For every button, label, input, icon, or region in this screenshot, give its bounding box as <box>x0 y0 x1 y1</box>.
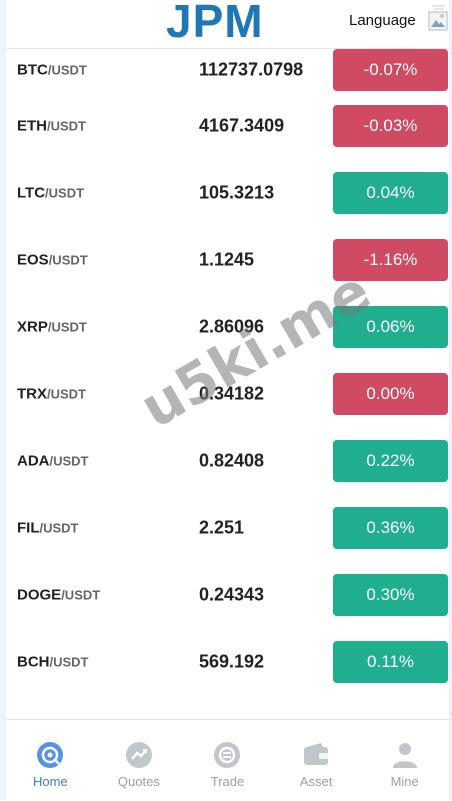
last-price: 2.86096 <box>199 316 265 336</box>
change-badge[interactable]: 0.04% <box>333 171 448 214</box>
last-price: 1.1245 <box>199 249 255 269</box>
market-row[interactable]: LTC/USDT 105.3213 0.04% <box>6 159 449 226</box>
pair-name: ADA/USDT <box>17 452 89 469</box>
brand-logo: JPM <box>166 0 264 47</box>
pair-name: EOS/USDT <box>17 251 88 268</box>
trade-icon <box>214 742 241 768</box>
market-row[interactable]: EOS/USDT 1.1245 -1.16% <box>6 226 449 293</box>
pair-quote: /USDT <box>45 185 85 200</box>
last-price: 0.24343 <box>199 584 265 604</box>
change-badge[interactable]: 0.30% <box>333 573 448 616</box>
user-icon <box>392 743 417 768</box>
last-price: 105.3213 <box>199 182 275 202</box>
tab-quotes[interactable]: Quotes <box>95 720 184 801</box>
last-price: 2.251 <box>199 517 245 537</box>
change-badge[interactable]: 0.36% <box>333 506 448 549</box>
wallet-icon <box>304 743 329 765</box>
pair-quote: /USDT <box>47 118 86 133</box>
pair-name: LTC/USDT <box>17 184 84 201</box>
pair-base: ETH <box>17 117 47 134</box>
change-badge[interactable]: -0.07% <box>333 49 448 91</box>
pair-base: EOS <box>17 251 49 268</box>
pair-quote: /USDT <box>47 319 87 334</box>
tab-asset[interactable]: Asset <box>272 720 361 801</box>
pair-quote: /USDT <box>49 654 89 669</box>
market-row[interactable]: ADA/USDT 0.82408 0.22% <box>6 427 449 494</box>
pair-base: LTC <box>17 184 46 201</box>
market-row[interactable]: BTC/USDT 112737.0798 -0.07% <box>6 49 449 92</box>
change-badge[interactable]: -1.16% <box>333 238 448 281</box>
quotes-icon <box>125 742 152 768</box>
pair-quote: /USDT <box>47 62 87 78</box>
market-row[interactable]: DOGE/USDT 0.24343 0.30% <box>6 561 449 628</box>
tab-label: Mine <box>390 774 419 789</box>
tab-home[interactable]: Home <box>6 720 95 801</box>
last-price: 0.82408 <box>199 450 265 470</box>
pair-base: FIL <box>17 519 40 536</box>
tab-label: Asset <box>299 774 333 789</box>
language-button[interactable]: Language <box>349 12 416 29</box>
tab-label: Trade <box>210 774 245 789</box>
bottom-tab-bar: Home Quotes Trade Asset Mine <box>6 719 449 801</box>
pair-name: BTC/USDT <box>17 62 87 79</box>
market-row[interactable]: ETH/USDT 4167.3409 -0.03% <box>6 92 449 159</box>
pair-name: ETH/USDT <box>17 117 86 134</box>
pair-name: FIL/USDT <box>17 519 79 536</box>
market-row[interactable]: FIL/USDT 2.251 0.36% <box>6 494 449 561</box>
pair-quote: /USDT <box>61 587 101 602</box>
home-icon <box>37 742 64 768</box>
market-list: BTC/USDT 112737.0798 -0.07% ETH/USDT 4167.34… <box>6 49 449 695</box>
last-price: 112737.0798 <box>199 59 304 80</box>
pair-base: DOGE <box>17 586 62 603</box>
pair-name: BCH/USDT <box>17 653 89 670</box>
pair-base: TRX <box>17 385 47 402</box>
pair-base: BCH <box>17 653 50 670</box>
pair-quote: /USDT <box>48 252 88 267</box>
top-header: JPM Language <box>6 0 449 49</box>
pair-quote: /USDT <box>39 520 79 535</box>
tab-label: Quotes <box>117 774 160 789</box>
change-badge[interactable]: -0.03% <box>333 104 448 147</box>
tab-mine[interactable]: Mine <box>360 720 449 801</box>
market-row[interactable]: BCH/USDT 569.192 0.11% <box>6 628 449 695</box>
pair-name: DOGE/USDT <box>17 586 100 603</box>
change-badge[interactable]: 0.22% <box>333 439 448 482</box>
tab-label: Home <box>32 774 68 789</box>
last-price: 4167.3409 <box>199 115 285 135</box>
pair-base: ADA <box>17 452 50 469</box>
pair-quote: /USDT <box>49 453 89 468</box>
market-row[interactable]: XRP/USDT 2.86096 0.06% <box>6 293 449 360</box>
pair-quote: /USDT <box>47 386 86 401</box>
change-badge[interactable]: 0.11% <box>333 640 448 683</box>
market-row[interactable]: TRX/USDT 0.34182 0.00% <box>6 360 449 427</box>
pair-name: TRX/USDT <box>17 385 86 402</box>
pair-name: XRP/USDT <box>17 318 87 335</box>
last-price: 569.192 <box>199 651 265 671</box>
pair-base: BTC <box>17 61 48 79</box>
tab-trade[interactable]: Trade <box>183 720 272 801</box>
flag-image-icon[interactable] <box>428 4 448 32</box>
change-badge[interactable]: 0.00% <box>333 372 448 415</box>
last-price: 0.34182 <box>199 383 265 403</box>
change-badge[interactable]: 0.06% <box>333 305 448 348</box>
pair-base: XRP <box>17 318 48 335</box>
